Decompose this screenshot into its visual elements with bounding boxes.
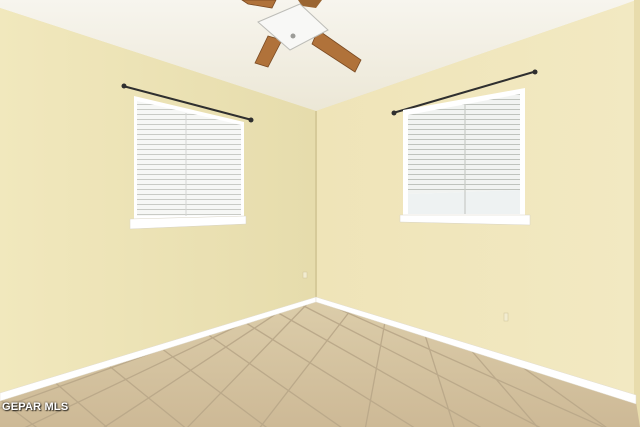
room-photo: GEPAR MLS [0, 0, 640, 427]
right-window-glass [408, 190, 520, 214]
wall-outlet-right [503, 312, 509, 322]
right-edge-wall [634, 0, 640, 427]
room-illustration [0, 0, 640, 427]
wall-outlet [302, 271, 308, 279]
watermark: GEPAR MLS [2, 401, 69, 413]
